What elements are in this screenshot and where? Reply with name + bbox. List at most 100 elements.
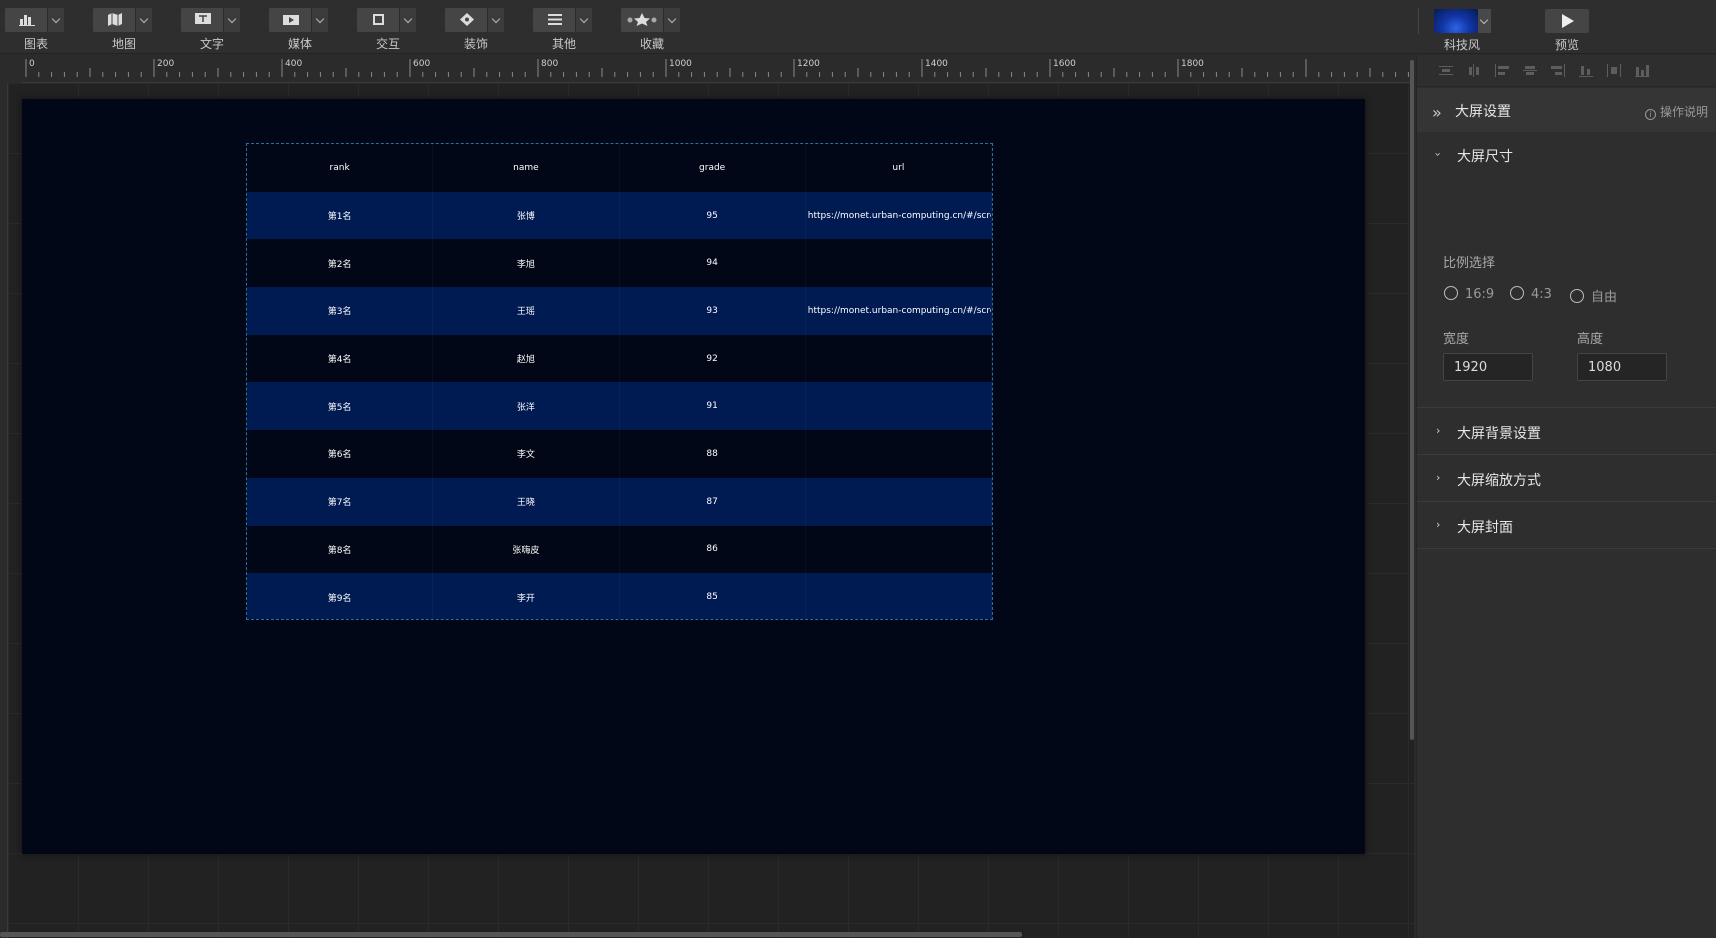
tool-map[interactable]: 地图	[88, 0, 164, 54]
favorites-button[interactable]	[621, 8, 663, 32]
ranking-table-widget[interactable]: rank name grade url 第1名 张博 95 https://monet.urb…	[246, 143, 993, 620]
tool-media[interactable]: 媒体	[264, 0, 340, 54]
align-right-icon[interactable]	[1551, 64, 1565, 77]
text-dropdown[interactable]	[223, 8, 240, 32]
height-input[interactable]	[1577, 353, 1667, 381]
horizontal-scrollbar[interactable]	[0, 932, 1022, 937]
table-header-cell: rank	[247, 144, 433, 192]
height-label: 高度	[1577, 332, 1604, 347]
table-cell: 李开	[433, 573, 619, 619]
section-title[interactable]: 大屏封面	[1457, 517, 1513, 537]
theme-selector[interactable]: 科技风	[1432, 0, 1502, 54]
other-dropdown[interactable]	[575, 8, 592, 32]
width-label: 宽度	[1443, 332, 1470, 347]
cover-section[interactable]: › 大屏封面	[1417, 503, 1716, 549]
collapse-panel-icon[interactable]: »	[1432, 103, 1442, 122]
map-dropdown[interactable]	[135, 8, 152, 32]
align-top-icon[interactable]	[1439, 64, 1453, 77]
chart-button[interactable]	[5, 8, 47, 32]
text-button[interactable]	[181, 8, 223, 32]
tool-text[interactable]: 文字	[176, 0, 252, 54]
map-button[interactable]	[93, 8, 135, 32]
ruler-label: 0	[29, 59, 35, 69]
table-cell: 张博	[433, 192, 619, 240]
tool-chart[interactable]: 图表	[0, 0, 76, 54]
scaling-section[interactable]: › 大屏缩放方式	[1417, 456, 1716, 502]
media-dropdown[interactable]	[311, 8, 328, 32]
distribute-vertical-icon[interactable]	[1635, 64, 1649, 77]
table-cell	[806, 239, 992, 287]
distribute-horizontal-icon[interactable]	[1607, 64, 1621, 77]
table-cell: 第1名	[247, 192, 433, 240]
interaction-dropdown[interactable]	[399, 8, 416, 32]
table-cell	[806, 335, 992, 383]
radio-circle-icon[interactable]	[1510, 286, 1524, 300]
table-cell: 92	[620, 335, 806, 383]
table-cell: 93	[620, 287, 806, 335]
decoration-dropdown[interactable]	[487, 8, 504, 32]
theme-label: 科技风	[1443, 38, 1480, 52]
favorites-dropdown[interactable]	[663, 8, 680, 32]
table-cell: 87	[620, 478, 806, 526]
ratio-radio-16-9[interactable]: 16:9	[1444, 286, 1494, 302]
interaction-button[interactable]	[357, 8, 399, 32]
tool-other[interactable]: 其他	[528, 0, 604, 54]
chevron-right-icon[interactable]: ›	[1436, 471, 1440, 484]
other-icon	[548, 14, 562, 25]
radio-circle-icon[interactable]	[1570, 289, 1584, 303]
media-button[interactable]	[269, 8, 311, 32]
theme-swatch[interactable]	[1434, 9, 1478, 33]
tool-decoration[interactable]: 装饰	[440, 0, 516, 54]
table-row: 第8名 张嗨皮 86	[247, 526, 992, 574]
preview-tool[interactable]: 预览	[1545, 0, 1595, 54]
preview-button[interactable]	[1545, 9, 1589, 33]
other-button[interactable]	[533, 8, 575, 32]
chevron-down-icon[interactable]: ›	[1432, 152, 1445, 156]
interaction-icon	[373, 14, 384, 25]
align-bottom-icon[interactable]	[1579, 64, 1593, 77]
help-label: 操作说明	[1660, 105, 1709, 119]
tool-interaction[interactable]: 交互	[352, 0, 428, 54]
screen-canvas[interactable]: rank name grade url 第1名 张博 95 https://monet.urb…	[22, 99, 1365, 854]
table-header-cell: url	[806, 144, 992, 192]
tool-label: 其他	[551, 37, 576, 51]
table-cell: 第8名	[247, 526, 433, 574]
ratio-radio-free[interactable]: 自由	[1570, 286, 1617, 305]
table-cell: 86	[620, 526, 806, 574]
table-cell: 第9名	[247, 573, 433, 619]
table-cell: 88	[620, 430, 806, 478]
section-title[interactable]: 大屏尺寸	[1457, 146, 1513, 166]
chevron-right-icon[interactable]: ›	[1436, 424, 1440, 437]
ratio-radio-4-3[interactable]: 4:3	[1510, 286, 1552, 302]
align-left-icon[interactable]	[1495, 64, 1509, 77]
ruler-label: 1400	[925, 59, 948, 69]
table-cell	[806, 382, 992, 430]
width-input[interactable]	[1443, 353, 1533, 381]
align-center-vertical-icon[interactable]	[1467, 64, 1481, 77]
table-header-cell: name	[433, 144, 619, 192]
workspace[interactable]: rank name grade url 第1名 张博 95 https://monet.urb…	[8, 83, 1414, 938]
chevron-right-icon[interactable]: ›	[1436, 518, 1440, 531]
theme-dropdown[interactable]	[1478, 9, 1491, 33]
ruler-label: 1200	[797, 59, 820, 69]
chart-dropdown[interactable]	[47, 8, 64, 32]
table-header-cell: grade	[620, 144, 806, 192]
tool-label: 装饰	[463, 37, 488, 51]
radio-circle-icon[interactable]	[1444, 286, 1458, 300]
table-cell: 第5名	[247, 382, 433, 430]
align-center-horizontal-icon[interactable]	[1523, 64, 1537, 77]
table-header-row: rank name grade url	[247, 144, 992, 192]
table-row: 第9名 李开 85	[247, 573, 992, 619]
vertical-scrollbar[interactable]	[1410, 60, 1414, 740]
table-cell: 第4名	[247, 335, 433, 383]
table-cell: 张嗨皮	[433, 526, 619, 574]
align-toolbar	[1417, 55, 1716, 87]
info-icon: i	[1645, 109, 1656, 120]
tool-favorites[interactable]: 收藏	[616, 0, 692, 54]
decoration-icon	[460, 13, 474, 26]
help-link[interactable]: i 操作说明	[1645, 103, 1708, 120]
background-section[interactable]: › 大屏背景设置	[1417, 409, 1716, 455]
section-title[interactable]: 大屏背景设置	[1457, 423, 1541, 443]
section-title[interactable]: 大屏缩放方式	[1457, 470, 1541, 490]
decoration-button[interactable]	[445, 8, 487, 32]
